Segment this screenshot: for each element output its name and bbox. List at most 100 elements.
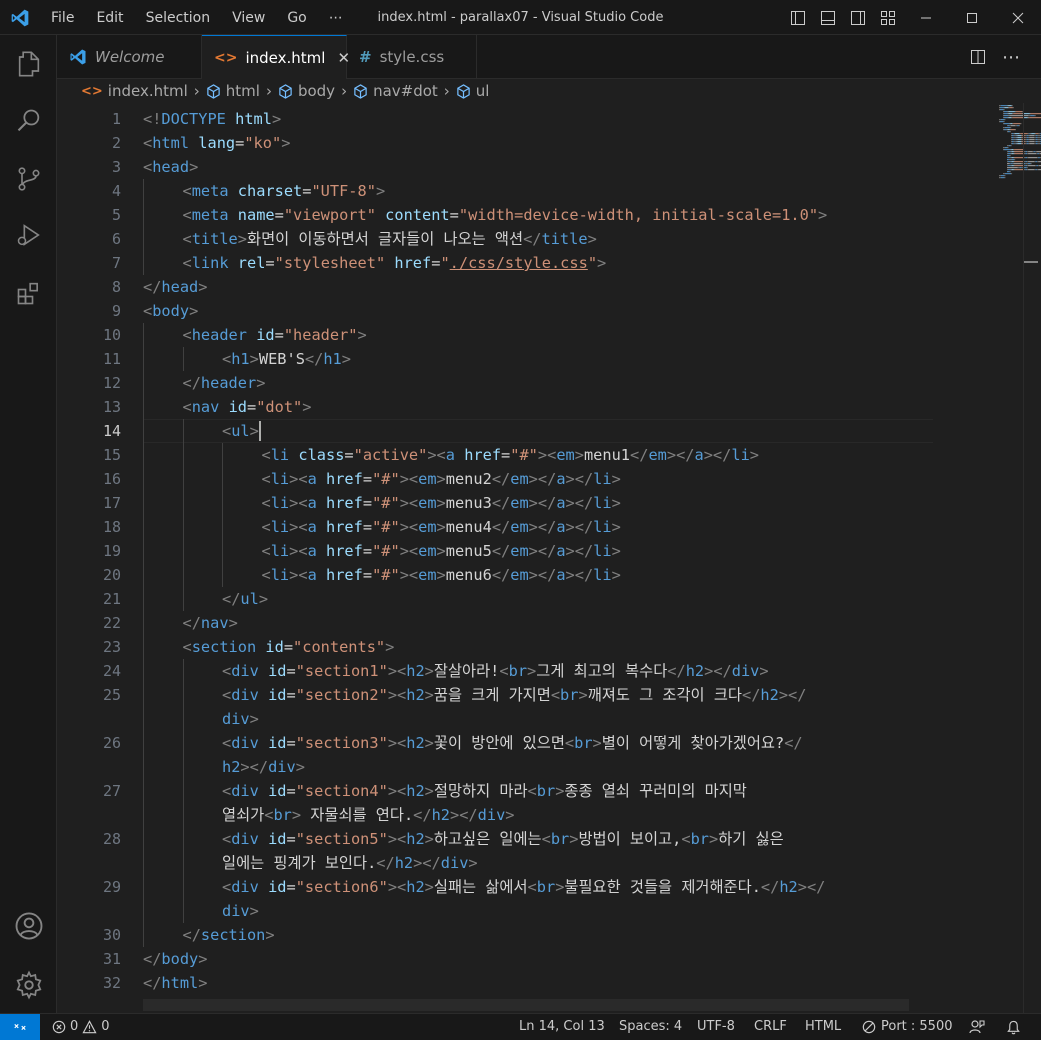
code-line[interactable]: 일에는 핑계가 보인다.</h2></div> [222, 851, 478, 875]
breadcrumb-html[interactable]: html [226, 82, 260, 100]
code-line[interactable]: <div id="section5"><h2>하고싶은 일에는<br>방법이 보… [222, 827, 784, 851]
minimap-token [1012, 133, 1014, 135]
close-window-icon[interactable] [995, 0, 1041, 35]
run-debug-icon[interactable] [0, 211, 57, 259]
minimap-token [1013, 161, 1015, 163]
code-line[interactable]: </body> [143, 947, 207, 971]
notifications-bell-icon[interactable] [1006, 1014, 1021, 1040]
code-line[interactable]: <h1>WEB'S</h1> [222, 347, 351, 371]
code-line[interactable]: <link rel="stylesheet" href="./css/style… [183, 251, 607, 275]
minimap-token [1015, 137, 1017, 139]
code-line[interactable]: 열쇠가<br> 자물쇠를 연다.</h2></div> [222, 803, 515, 827]
code-line[interactable]: <div id="section2"><h2>꿈을 크게 가지면<br>깨져도 … [222, 683, 806, 707]
account-icon[interactable] [0, 902, 57, 950]
menu-selection[interactable]: Selection [135, 10, 222, 26]
search-icon[interactable] [0, 97, 57, 145]
code-line[interactable]: </nav> [183, 611, 238, 635]
breadcrumb-body[interactable]: body [298, 82, 335, 100]
breadcrumb-file[interactable]: index.html [108, 82, 188, 100]
line-ending[interactable]: CRLF [754, 1014, 787, 1040]
horizontal-scrollbar[interactable] [143, 999, 909, 1011]
manage-gear-icon[interactable] [0, 961, 57, 1009]
code-line[interactable]: h2></div> [222, 755, 305, 779]
minimap-token [1007, 111, 1009, 113]
code-line[interactable]: div> [222, 899, 259, 923]
source-control-icon[interactable] [0, 155, 57, 203]
line-number: 2 [111, 134, 121, 152]
toggle-panel-icon[interactable] [813, 0, 843, 35]
explorer-icon[interactable] [0, 40, 57, 88]
minimap-token [1017, 135, 1022, 137]
menu-go[interactable]: Go [276, 10, 317, 26]
code-editor[interactable]: 1 2 3 4 5 6 7 8 9 10 11 12 13 14 15 16 17 18 19 20 21 22 23 24 2… [57, 103, 1041, 1013]
tab-style-css[interactable]: # style.css [347, 35, 477, 79]
code-line[interactable]: <meta charset="UTF-8"> [183, 179, 386, 203]
code-line[interactable]: <li><a href="#"><em>menu5</em></a></li> [262, 539, 621, 563]
code-line[interactable]: <div id="section3"><h2>꽃이 방안에 있으면<br>별이 … [222, 731, 803, 755]
code-line[interactable]: <body> [143, 299, 198, 323]
code-line[interactable]: <li class="active"><a href="#"><em>menu1… [262, 443, 760, 467]
minimap-token [1037, 153, 1039, 155]
language-mode[interactable]: HTML [805, 1014, 841, 1040]
minimap-token [1010, 157, 1012, 159]
indentation[interactable]: Spaces: 4 [619, 1014, 682, 1040]
code-line[interactable]: <header id="header"> [183, 323, 367, 347]
tab-index-html[interactable]: <> index.html ✕ [202, 35, 350, 79]
minimap-token [1003, 115, 1004, 117]
code-line[interactable]: </head> [143, 275, 207, 299]
line-number: 17 [102, 494, 121, 512]
breadcrumb-ul[interactable]: ul [476, 82, 490, 100]
menu-file[interactable]: File [40, 10, 85, 26]
code-line[interactable]: <div id="section6"><h2>실패는 삶에서<br>불필요한 것… [222, 875, 825, 899]
code-line[interactable]: <html lang="ko"> [143, 131, 290, 155]
code-line[interactable]: <li><a href="#"><em>menu4</em></a></li> [262, 515, 621, 539]
minimap-token [1012, 123, 1014, 125]
code-line[interactable]: </header> [183, 371, 266, 395]
code-line[interactable]: </html> [143, 971, 207, 995]
remote-indicator-icon[interactable] [0, 1014, 40, 1040]
menu-edit[interactable]: Edit [85, 10, 134, 26]
code-line[interactable]: div> [222, 707, 259, 731]
code-line[interactable]: <div id="section1"><h2>잘살아라!<br>그게 최고의 복… [222, 659, 769, 683]
minimap-token [1011, 165, 1014, 167]
minimap-token [1011, 135, 1012, 137]
code-line[interactable]: <meta name="viewport" content="width=dev… [183, 203, 828, 227]
feedback-icon[interactable] [969, 1014, 985, 1040]
code-line[interactable]: <section id="contents"> [183, 635, 395, 659]
customize-layout-icon[interactable] [873, 0, 903, 35]
code-line[interactable]: <!DOCTYPE html> [143, 107, 281, 131]
code-line[interactable]: </section> [183, 923, 275, 947]
code-line[interactable]: <li><a href="#"><em>menu3</em></a></li> [262, 491, 621, 515]
code-line[interactable]: <ul> [222, 419, 261, 443]
vscode-logo-icon[interactable] [10, 8, 30, 28]
toggle-secondary-sidebar-icon[interactable] [843, 0, 873, 35]
minimize-icon[interactable] [903, 0, 949, 35]
toggle-primary-sidebar-icon[interactable] [783, 0, 813, 35]
encoding[interactable]: UTF-8 [697, 1014, 735, 1040]
cursor-position[interactable]: Ln 14, Col 13 [519, 1014, 605, 1040]
menu-more[interactable]: ⋯ [318, 10, 354, 26]
code-line[interactable]: </ul> [222, 587, 268, 611]
live-server-port[interactable]: Port : 5500 [862, 1014, 953, 1040]
menu-view[interactable]: View [221, 10, 276, 26]
code-line[interactable]: <nav id="dot"> [183, 395, 312, 419]
minimap-token [1013, 113, 1023, 115]
code-line[interactable]: <title>화면이 이동하면서 글자들이 나오는 액션</title> [183, 227, 597, 251]
code-line[interactable]: <li><a href="#"><em>menu6</em></a></li> [262, 563, 621, 587]
minimap-token [1011, 149, 1014, 151]
minimap-token [1037, 141, 1041, 143]
extensions-icon[interactable] [0, 269, 57, 317]
code-line[interactable]: <div id="section4"><h2>절망하지 마라<br>종종 열쇠 … [222, 779, 747, 803]
code-line[interactable]: <head> [143, 155, 198, 179]
line-number: 9 [111, 302, 121, 320]
tab-welcome[interactable]: Welcome [57, 35, 202, 79]
split-editor-icon[interactable] [970, 35, 996, 79]
symbol-element-icon [457, 83, 470, 99]
more-actions-icon[interactable]: ⋯ [1002, 35, 1028, 79]
code-line[interactable]: <li><a href="#"><em>menu2</em></a></li> [262, 467, 621, 491]
maximize-icon[interactable] [949, 0, 995, 35]
vertical-scrollbar[interactable] [1023, 103, 1038, 1013]
problems-indicator[interactable]: 0 0 [52, 1014, 110, 1040]
window-controls [783, 0, 1041, 35]
breadcrumb-nav[interactable]: nav#dot [373, 82, 438, 100]
